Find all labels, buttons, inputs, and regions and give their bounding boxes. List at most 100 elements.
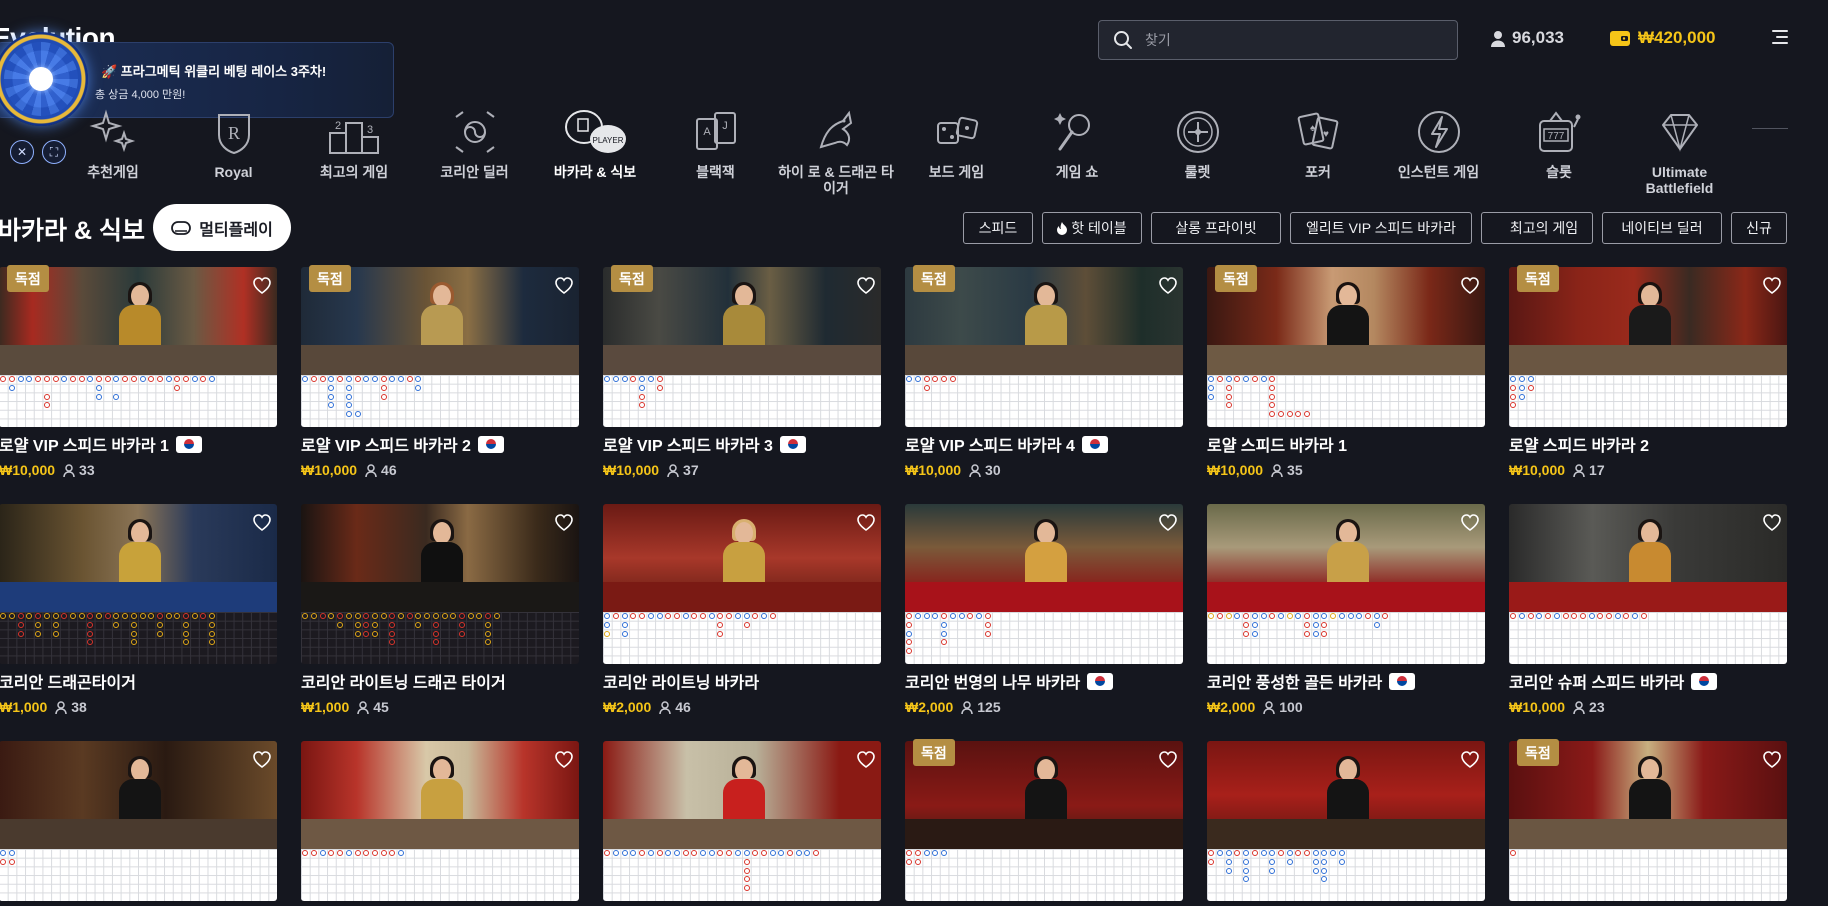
favorite-heart-icon[interactable] — [1461, 751, 1479, 769]
table-felt — [905, 582, 1183, 612]
game-card[interactable]: 독점 — [905, 739, 1183, 901]
game-thumbnail[interactable] — [1207, 504, 1485, 664]
favorite-heart-icon[interactable] — [253, 514, 271, 532]
roadmap-dot — [1588, 613, 1595, 620]
game-card[interactable]: 독점 로얄 VIP 스피드 바카라 3 ₩10,000 37 — [603, 265, 881, 478]
favorite-heart-icon[interactable] — [857, 277, 875, 295]
category-baccarat-chips[interactable]: PLAYER 바카라 & 식보 — [532, 106, 658, 180]
filter-chip[interactable]: 최고의 게임 — [1481, 212, 1593, 244]
game-card[interactable] — [603, 741, 881, 901]
favorite-heart-icon[interactable] — [1461, 514, 1479, 532]
roadmap-dot — [1217, 850, 1223, 857]
game-thumbnail[interactable] — [1207, 741, 1485, 901]
category-korea-emblem[interactable]: 코리안 딜러 — [412, 106, 538, 180]
game-live-preview — [1207, 741, 1485, 849]
filter-chip[interactable]: 스피드 — [963, 212, 1033, 244]
roadmap-dot — [1321, 630, 1328, 637]
favorite-heart-icon[interactable] — [1159, 277, 1177, 295]
hamburger-menu-icon[interactable] — [1768, 30, 1788, 46]
filter-chip[interactable]: 네이티브 딜러 — [1602, 212, 1722, 244]
roadmap-dot — [1321, 859, 1328, 865]
category-roulette[interactable]: 룰렛 — [1135, 106, 1261, 180]
category-diamond[interactable]: Ultimate Battlefield — [1617, 106, 1743, 196]
game-card[interactable]: 독점 로얄 스피드 바카라 2 ₩10,000 17 — [1509, 265, 1787, 478]
game-card[interactable]: 독점 로얄 스피드 바카라 1 ₩10,000 35 — [1207, 265, 1485, 478]
game-card[interactable]: 독점 로얄 VIP 스피드 바카라 1 ₩10,000 33 — [0, 265, 277, 478]
roadmap-dot — [760, 613, 767, 620]
game-card[interactable] — [0, 741, 277, 901]
category-dragon[interactable]: 하이 로 & 드래곤 타이거 — [773, 106, 899, 196]
multiplay-button[interactable]: 멀티플레이 — [153, 204, 291, 251]
favorite-heart-icon[interactable] — [857, 751, 875, 769]
close-promo-icon[interactable]: ✕ — [10, 140, 34, 164]
wallet-icon — [1610, 30, 1630, 46]
roadmap-dot — [104, 613, 111, 620]
favorite-heart-icon[interactable] — [1461, 277, 1479, 295]
filter-chip[interactable]: 신규 — [1731, 212, 1787, 244]
roadmap-dot — [752, 850, 759, 857]
favorite-heart-icon[interactable] — [1763, 277, 1781, 295]
search-input[interactable] — [1145, 32, 1445, 48]
game-thumbnail[interactable] — [1509, 504, 1787, 664]
dealer-figure — [1629, 756, 1671, 821]
favorite-heart-icon[interactable] — [1763, 751, 1781, 769]
roadmap-dot — [1510, 393, 1517, 400]
game-live-preview — [603, 741, 881, 849]
game-card[interactable]: 독점 — [1509, 739, 1787, 901]
game-card[interactable] — [301, 741, 579, 901]
category-sparkles[interactable]: 추천게임 — [50, 106, 176, 180]
roadmap-dot — [302, 613, 309, 620]
roadmap-dot — [906, 613, 913, 620]
category-royal-crest[interactable]: R Royal — [171, 106, 297, 180]
category-dice[interactable]: 보드 게임 — [894, 106, 1020, 180]
roadmap-dot — [113, 376, 120, 383]
balance[interactable]: ₩420,000 — [1610, 28, 1716, 48]
roadmap-grid — [603, 849, 881, 901]
min-bet: ₩1,000 — [0, 699, 48, 715]
favorite-heart-icon[interactable] — [555, 514, 573, 532]
dealer-figure — [119, 519, 161, 584]
favorite-heart-icon[interactable] — [1159, 751, 1177, 769]
roadmap-dot — [209, 630, 216, 637]
filter-chip[interactable]: 엘리트 VIP 스피드 바카라 — [1290, 212, 1472, 244]
exclusive-badge: 독점 — [309, 265, 351, 292]
game-thumbnail[interactable] — [0, 741, 277, 901]
game-thumbnail[interactable] — [603, 504, 881, 664]
category-microphone[interactable]: 게임 쇼 — [1014, 106, 1140, 180]
category-cards[interactable]: A J 블랙잭 — [653, 106, 779, 180]
game-card[interactable] — [1207, 741, 1485, 901]
game-thumbnail[interactable] — [301, 741, 579, 901]
game-card[interactable]: 코리안 슈퍼 스피드 바카라 ₩10,000 23 — [1509, 504, 1787, 715]
min-bet: ₩10,000 — [1509, 462, 1566, 478]
game-card[interactable]: 코리안 라이트닝 바카라 ₩2,000 46 — [603, 504, 881, 715]
game-card[interactable]: 코리안 풍성한 골든 바카라 ₩2,000 100 — [1207, 504, 1485, 715]
game-thumbnail[interactable] — [603, 741, 881, 901]
favorite-heart-icon[interactable] — [253, 751, 271, 769]
filter-chip[interactable]: 살롱 프라이빗 — [1151, 212, 1281, 244]
game-card[interactable]: 독점 로얄 VIP 스피드 바카라 2 ₩10,000 46 — [301, 265, 579, 478]
favorite-heart-icon[interactable] — [253, 277, 271, 295]
game-thumbnail[interactable] — [301, 504, 579, 664]
game-card[interactable]: 코리안 라이트닝 드래곤 타이거 ₩1,000 45 — [301, 504, 579, 715]
category-podium[interactable]: 2 3 최고의 게임 — [291, 106, 417, 180]
roadmap-dot — [604, 622, 611, 628]
game-card[interactable]: 코리안 드래곤타이거 ₩1,000 38 — [0, 504, 277, 715]
favorite-heart-icon[interactable] — [555, 277, 573, 295]
game-card[interactable]: 독점 로얄 VIP 스피드 바카라 4 ₩10,000 30 — [905, 265, 1183, 478]
game-thumbnail[interactable] — [905, 504, 1183, 664]
roadmap-dot — [1304, 411, 1310, 418]
favorite-heart-icon[interactable] — [857, 514, 875, 532]
category-poker-cards[interactable]: ♠ ♥ 포커 — [1255, 106, 1381, 180]
roadmap-dot — [183, 630, 189, 637]
favorite-heart-icon[interactable] — [555, 751, 573, 769]
favorite-heart-icon[interactable] — [1159, 514, 1177, 532]
roadmap-dot — [1312, 867, 1319, 874]
roadmap-dot — [485, 639, 491, 646]
game-thumbnail[interactable] — [0, 504, 277, 664]
favorite-heart-icon[interactable] — [1763, 514, 1781, 532]
category-slot-machine[interactable]: 777 슬롯 — [1496, 106, 1622, 180]
game-card[interactable]: 코리안 번영의 나무 바카라 ₩2,000 125 — [905, 504, 1183, 715]
category-lightning[interactable]: 인스턴트 게임 — [1376, 106, 1502, 180]
filter-chip[interactable]: 핫 테이블 — [1042, 212, 1142, 244]
search-box[interactable] — [1098, 20, 1458, 60]
